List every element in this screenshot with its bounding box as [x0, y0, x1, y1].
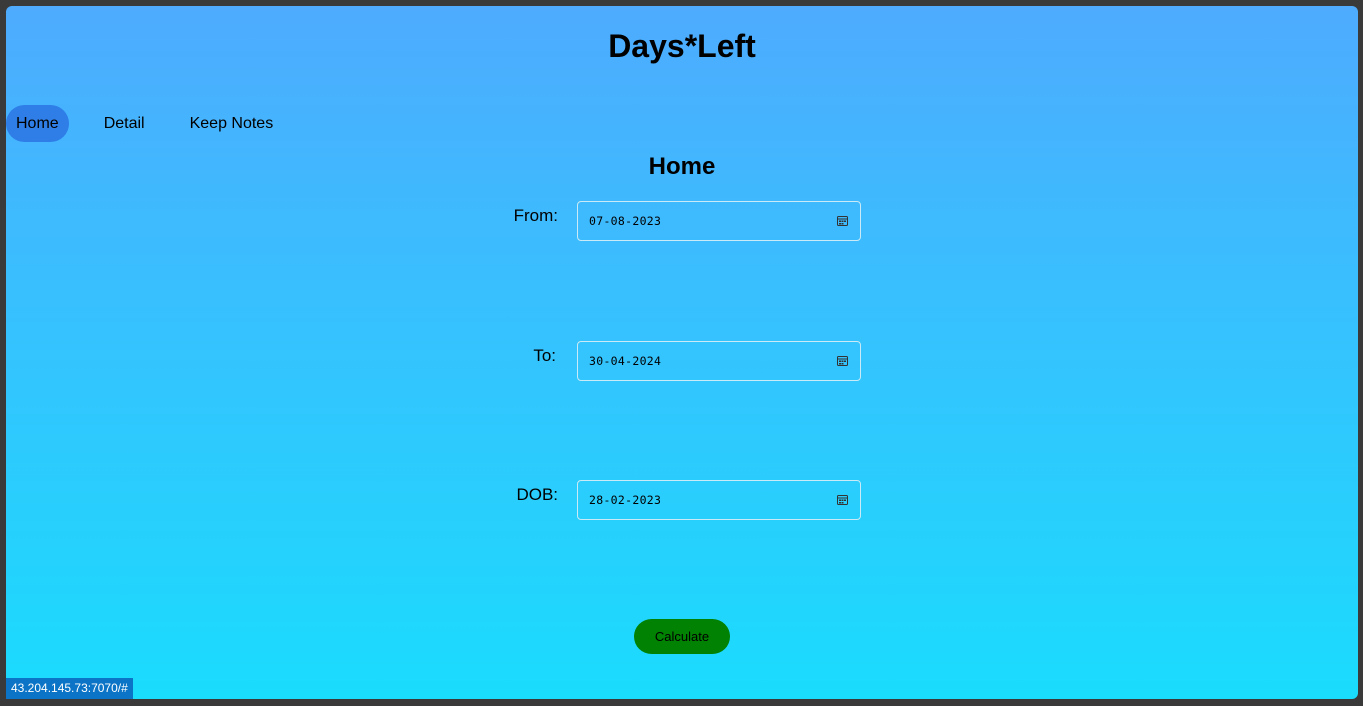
dob-date-input[interactable]: 28-02-2023: [577, 480, 861, 520]
nav-item-keep-notes[interactable]: Keep Notes: [180, 105, 284, 142]
calendar-icon[interactable]: [837, 215, 848, 226]
calculate-button[interactable]: Calculate: [634, 619, 730, 654]
nav-bar: Home Detail Keep Notes: [6, 105, 283, 142]
from-label: From:: [513, 206, 558, 225]
calendar-icon[interactable]: [837, 494, 848, 505]
from-row: From: 07-08-2023: [6, 201, 1358, 241]
app-title: Days*Left: [608, 28, 756, 64]
dob-row: DOB: 28-02-2023: [6, 480, 1358, 520]
to-label: To:: [533, 346, 556, 365]
dob-date-value: 28-02-2023: [589, 493, 662, 507]
to-date-value: 30-04-2024: [589, 354, 662, 368]
status-url: 43.204.145.73:7070/#: [6, 678, 133, 699]
page: Days*Left Home Detail Keep Notes Home Fr…: [6, 6, 1358, 699]
browser-frame: Days*Left Home Detail Keep Notes Home Fr…: [0, 0, 1363, 706]
calendar-icon[interactable]: [837, 355, 848, 366]
nav-item-home[interactable]: Home: [6, 105, 69, 142]
nav-item-detail[interactable]: Detail: [94, 105, 155, 142]
dob-label: DOB:: [516, 485, 558, 504]
section-title: Home: [648, 153, 716, 180]
to-row: To: 30-04-2024: [6, 341, 1358, 381]
from-date-input[interactable]: 07-08-2023: [577, 201, 861, 241]
to-date-input[interactable]: 30-04-2024: [577, 341, 861, 381]
from-date-value: 07-08-2023: [589, 214, 662, 228]
